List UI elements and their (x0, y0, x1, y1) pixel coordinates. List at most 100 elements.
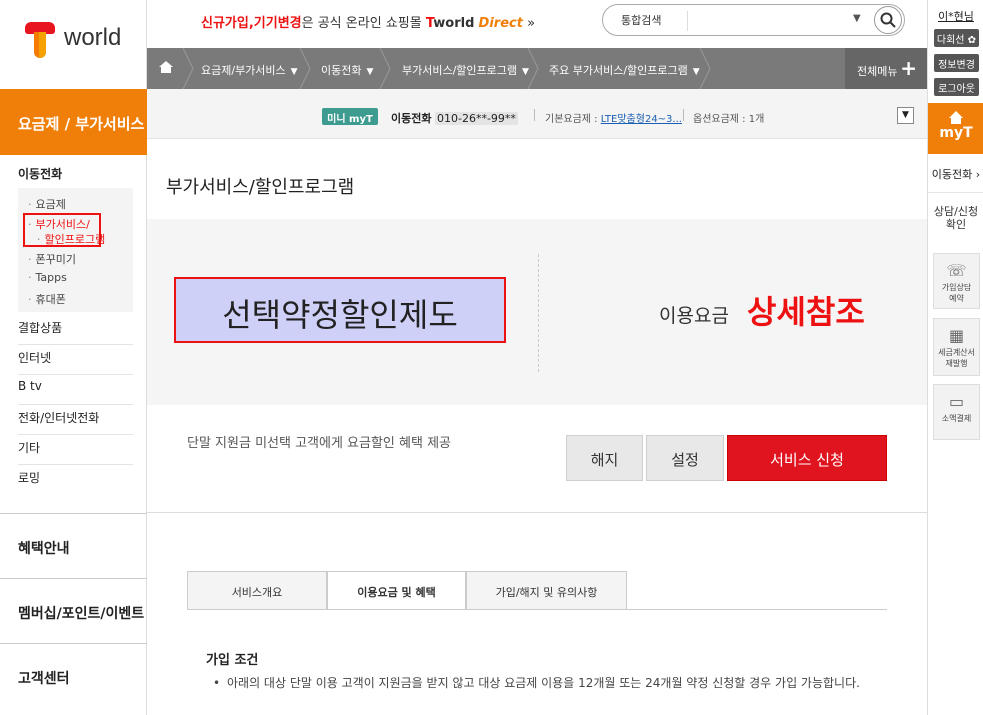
sidebar-item-phone[interactable]: 전화/인터넷전화 (18, 405, 133, 435)
top-header: 신규가입,기기변경은 공식 온라인 쇼핑몰 Tworld Direct » 통합… (147, 0, 927, 48)
calculator-icon: ▦ (948, 326, 965, 345)
quick-consult-link[interactable]: 상담/신청 확인 (928, 205, 983, 231)
quick-label: 재발행 (945, 359, 968, 368)
card-icon: ▭ (948, 392, 965, 411)
breadcrumb: 요금제/부가서비스 ▼ 이동전화 ▼ 부가서비스/할인프로그램 ▼ 주요 부가서비스/… (147, 48, 927, 89)
service-hero: 선택약정할인제도 이용요금 상세참조 (147, 219, 927, 405)
basic-plan-label: 기본요금제 : (545, 114, 601, 125)
home-icon (159, 61, 173, 73)
sidebar-submenu: 요금제 부가서비스/ 할인프로그램 폰꾸미기 Tapps 휴대폰 (18, 188, 133, 312)
tab-underline (187, 609, 887, 610)
sidebar-subitem-tapps[interactable]: Tapps (28, 271, 67, 284)
divider (538, 254, 539, 372)
sidebar-item-bundle[interactable]: 결합상품 (18, 315, 133, 345)
plus-icon: + (900, 56, 917, 80)
multi-line-button[interactable]: 다회선 ✿ (934, 29, 979, 47)
quick-consult-reservation[interactable]: ☏ 가입상담 예약 (933, 253, 980, 309)
sidebar-category[interactable]: 요금제 / 부가서비스 (0, 89, 147, 155)
mini-myt-badge[interactable]: 미니 myT (322, 108, 378, 125)
sidebar-section-mobile[interactable]: 이동전화 (18, 165, 62, 182)
search-dropdown-icon[interactable]: ▼ (853, 13, 861, 24)
page-title: 부가서비스/할인프로그램 (166, 177, 355, 198)
settings-button[interactable]: 설정 (646, 435, 724, 481)
tab-overview[interactable]: 서비스개요 (187, 571, 327, 610)
quick-label: 소액결제 (941, 414, 972, 423)
phone-icon: ☏ (946, 261, 967, 280)
service-description: 단말 지원금 미선택 고객에게 요금할인 혜택 제공 (187, 436, 451, 451)
quick-label: 세금계산서 (938, 348, 975, 357)
fee-label: 이용요금 (659, 305, 729, 327)
home-icon (949, 111, 963, 118)
sidebar-item-roaming[interactable]: 로밍 (18, 465, 133, 495)
tab-join-cancel[interactable]: 가입/해지 및 유의사항 (466, 571, 627, 610)
promo-direct: Direct (478, 16, 523, 31)
breadcrumb-separator (699, 48, 711, 89)
right-quickbar: 이*현님 다회선 ✿ 정보변경 로그아웃 myT 이동전화 › 상담/신청 확인… (927, 0, 983, 715)
search-button[interactable] (874, 6, 902, 34)
line-number: 010-26**-99** (434, 112, 518, 125)
breadcrumb-item-main-addon[interactable]: 주요 부가서비스/할인프로그램 ▼ (549, 48, 700, 89)
fee-detail: 상세참조 (747, 293, 865, 331)
search-label: 통합검색 (621, 14, 662, 27)
breadcrumb-item-plan[interactable]: 요금제/부가서비스 ▼ (201, 48, 298, 89)
sidebar-customer-center[interactable]: 고객센터 (0, 643, 147, 707)
apply-service-button[interactable]: 서비스 신청 (727, 435, 887, 481)
sidebar-membership[interactable]: 멤버십/포인트/이벤트 (0, 578, 147, 642)
sidebar-item-etc[interactable]: 기타 (18, 435, 133, 465)
edit-info-button[interactable]: 정보변경 (934, 54, 979, 72)
tab-fee-benefits[interactable]: 이용요금 및 혜택 (327, 571, 466, 610)
sidebar-subitem-phone[interactable]: 휴대폰 (28, 291, 66, 307)
basic-plan: 기본요금제 : LTE맞춤형24~3... (545, 110, 682, 125)
sidebar-benefits[interactable]: 혜택안내 (0, 513, 147, 577)
sidebar-item-btv[interactable]: B tv (18, 375, 133, 405)
search-icon (880, 12, 896, 28)
quick-label: 가입상담 (941, 283, 972, 292)
promo-arrow-icon: » (527, 16, 536, 31)
mini-myt-bar: 미니 myT 이동전화 010-26**-99** 기본요금제 : LTE맞춤형… (147, 89, 927, 139)
logout-button[interactable]: 로그아웃 (934, 78, 979, 96)
all-menu-button[interactable]: 전체메뉴 + (845, 48, 927, 89)
sidebar-item-internet[interactable]: 인터넷 (18, 345, 133, 375)
logo-text: world (64, 24, 122, 51)
breadcrumb-label: 부가서비스/할인프로그램 (402, 64, 518, 77)
sidebar-subitem-addon-2[interactable]: 할인프로그램 (37, 231, 106, 247)
divider (683, 109, 684, 121)
breadcrumb-item-mobile[interactable]: 이동전화 ▼ (321, 48, 373, 89)
search-box: 통합검색 ▼ (602, 4, 905, 36)
divider (147, 512, 927, 513)
home-button[interactable] (159, 47, 173, 88)
basic-plan-link[interactable]: LTE맞춤형24~3... (601, 114, 682, 125)
breadcrumb-item-addon[interactable]: 부가서비스/할인프로그램 ▼ (402, 48, 529, 89)
breadcrumb-label: 주요 부가서비스/할인프로그램 (549, 64, 688, 77)
chevron-down-icon: ▼ (902, 110, 909, 120)
sidebar-subitem-plan[interactable]: 요금제 (28, 196, 66, 212)
chevron-down-icon: ▼ (366, 67, 374, 77)
quick-tax-invoice[interactable]: ▦ 세금계산서재발행 (933, 318, 980, 376)
promo-brand: world (433, 16, 475, 31)
all-menu-label: 전체메뉴 (857, 65, 898, 78)
tworld-logo[interactable]: world (22, 20, 132, 60)
user-name[interactable]: 이*현님 (928, 8, 983, 24)
quick-mobile-link[interactable]: 이동전화 › (928, 155, 983, 193)
home-icon-body (951, 118, 961, 124)
search-input[interactable] (687, 11, 849, 31)
option-plan: 옵션요금제 : 1개 (693, 114, 765, 125)
myt-button[interactable]: myT (928, 103, 983, 154)
breadcrumb-separator (299, 48, 311, 89)
breadcrumb-label: 요금제/부가서비스 (201, 64, 286, 77)
breadcrumb-separator (182, 48, 194, 89)
mini-expand-button[interactable]: ▼ (897, 107, 914, 124)
section-title: 가입 조건 (206, 653, 259, 668)
breadcrumb-separator (379, 48, 391, 89)
service-name: 선택약정할인제도 (174, 277, 506, 343)
left-sidebar: world 요금제 / 부가서비스 이동전화 요금제 부가서비스/ 할인프로그램… (0, 0, 147, 715)
promo-text: 은 공식 온라인 쇼핑몰 (301, 16, 422, 31)
sidebar-subitem-addon[interactable]: 부가서비스/ (28, 216, 90, 232)
quick-micro-payment[interactable]: ▭ 소액결제 (933, 384, 980, 440)
cancel-service-button[interactable]: 해지 (566, 435, 643, 481)
line-label: 이동전화 (391, 112, 432, 125)
promo-banner[interactable]: 신규가입,기기변경은 공식 온라인 쇼핑몰 Tworld Direct » (201, 12, 535, 31)
sidebar-subitem-decor[interactable]: 폰꾸미기 (28, 251, 76, 267)
chevron-down-icon: ▼ (290, 67, 298, 77)
breadcrumb-label: 이동전화 (321, 64, 362, 77)
